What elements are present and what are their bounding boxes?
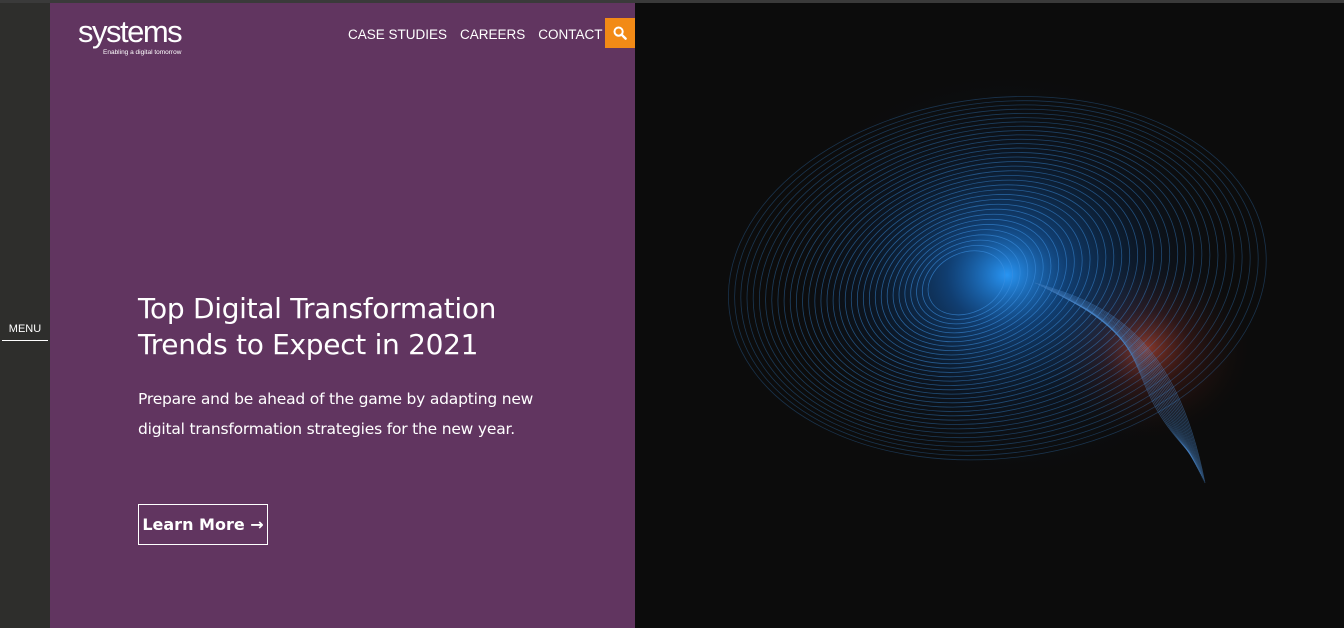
menu-toggle[interactable]: MENU bbox=[2, 321, 48, 343]
hero-visual bbox=[635, 3, 1344, 628]
menu-underline bbox=[2, 340, 48, 341]
nav-careers[interactable]: CAREERS bbox=[460, 26, 525, 44]
search-button[interactable] bbox=[605, 18, 635, 48]
nav-case-studies[interactable]: CASE STUDIES bbox=[348, 26, 447, 44]
learn-more-button[interactable]: Learn More → bbox=[138, 504, 268, 545]
hero-panel: systems Enabling a digital tomorrow CASE… bbox=[50, 3, 635, 628]
logo[interactable]: systems Enabling a digital tomorrow bbox=[78, 15, 188, 61]
side-rail: MENU bbox=[0, 3, 50, 628]
hero-title: Top Digital Transformation Trends to Exp… bbox=[138, 292, 497, 361]
search-icon bbox=[613, 26, 627, 40]
swirl-graphic bbox=[728, 65, 1267, 485]
logo-wordmark: systems bbox=[78, 14, 183, 49]
top-nav: CASE STUDIES CAREERS CONTACT US bbox=[348, 26, 625, 44]
logo-tagline: Enabling a digital tomorrow bbox=[103, 49, 182, 56]
hero-description: Prepare and be ahead of the game by adap… bbox=[138, 390, 534, 438]
menu-label: MENU bbox=[8, 323, 42, 335]
